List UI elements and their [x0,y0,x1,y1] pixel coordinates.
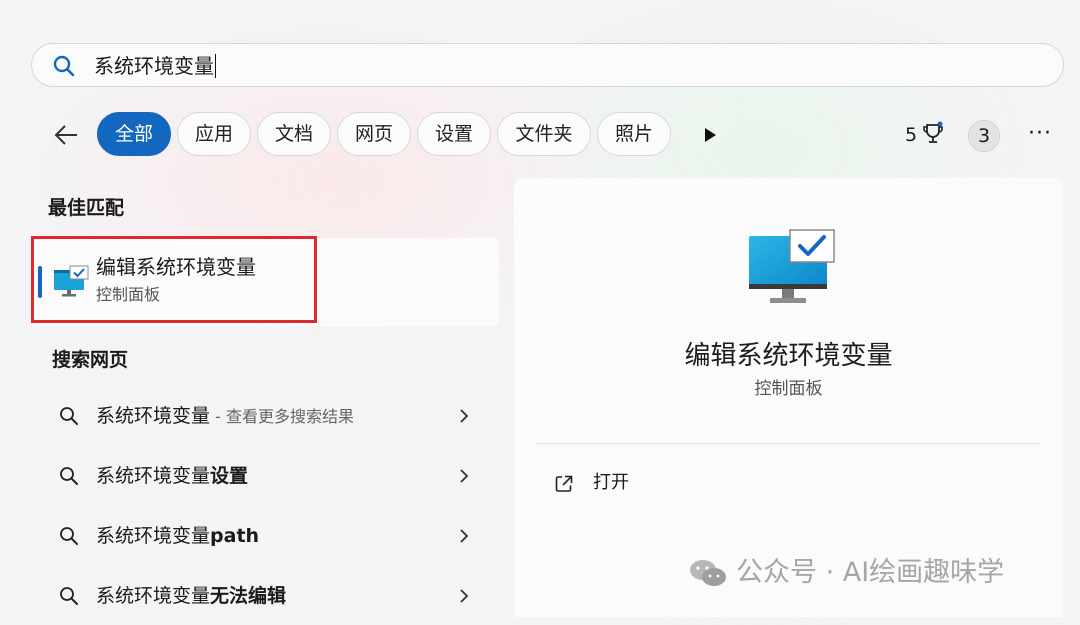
chevron-right-icon [460,589,469,603]
chevron-right-icon [460,409,469,423]
open-action[interactable]: 打开 [593,470,629,496]
back-arrow-icon[interactable] [52,121,80,149]
search-icon [53,55,75,77]
web-suggestion-row[interactable]: 系统环境变量设置 [31,447,501,505]
monitor-check-icon [749,229,835,303]
detail-title: 编辑系统环境变量 [684,341,893,371]
filter-tab-folders[interactable]: 文件夹 [497,112,591,156]
divider [536,443,1041,444]
profile-badge[interactable]: 3 [968,120,1000,152]
search-box[interactable]: 系统环境变量 [31,43,1064,87]
web-suggestion-row[interactable]: 系统环境变量 - 查看更多搜索结果 [31,387,501,445]
watermark-text: 公众号 · AI绘画趣味学 [736,557,1005,588]
text-caret [215,54,216,78]
chevron-right-icon [460,469,469,483]
more-options-button[interactable]: ··· [1028,121,1052,147]
web-suggestion-text: 系统环境变量设置 [96,465,249,487]
filter-tab-apps[interactable]: 应用 [177,112,251,156]
trophy-icon[interactable] [922,121,944,147]
chevron-right-icon [460,529,469,543]
open-external-icon[interactable] [554,474,574,494]
web-suggestion-row[interactable]: 系统环境变量path [31,507,501,565]
detail-subtitle: 控制面板 [754,379,823,399]
web-suggestion-text: 系统环境变量path [96,525,260,547]
search-icon [60,407,78,425]
filter-tab-web[interactable]: 网页 [337,112,411,156]
search-input[interactable]: 系统环境变量 [94,53,216,79]
filter-tab-documents[interactable]: 文档 [257,112,331,156]
search-icon [60,467,78,485]
wechat-icon [690,560,726,586]
search-query: 系统环境变量 [94,54,214,78]
watermark: 公众号 · AI绘画趣味学 [688,553,1004,593]
best-match-heading: 最佳匹配 [48,197,125,219]
filter-tab-all[interactable]: 全部 [97,112,171,156]
search-icon [60,587,78,605]
web-search-heading: 搜索网页 [52,349,129,371]
highlight-frame [31,236,317,323]
web-suggestion-row[interactable]: 系统环境变量无法编辑 [31,567,501,625]
filter-tab-photos[interactable]: 照片 [597,112,671,156]
search-icon [60,527,78,545]
web-suggestion-text: 系统环境变量 - 查看更多搜索结果 [96,405,354,427]
web-suggestion-text: 系统环境变量无法编辑 [96,585,287,607]
rewards-points: 5 [905,124,918,146]
filter-tab-settings[interactable]: 设置 [417,112,491,156]
play-icon[interactable] [703,127,717,143]
